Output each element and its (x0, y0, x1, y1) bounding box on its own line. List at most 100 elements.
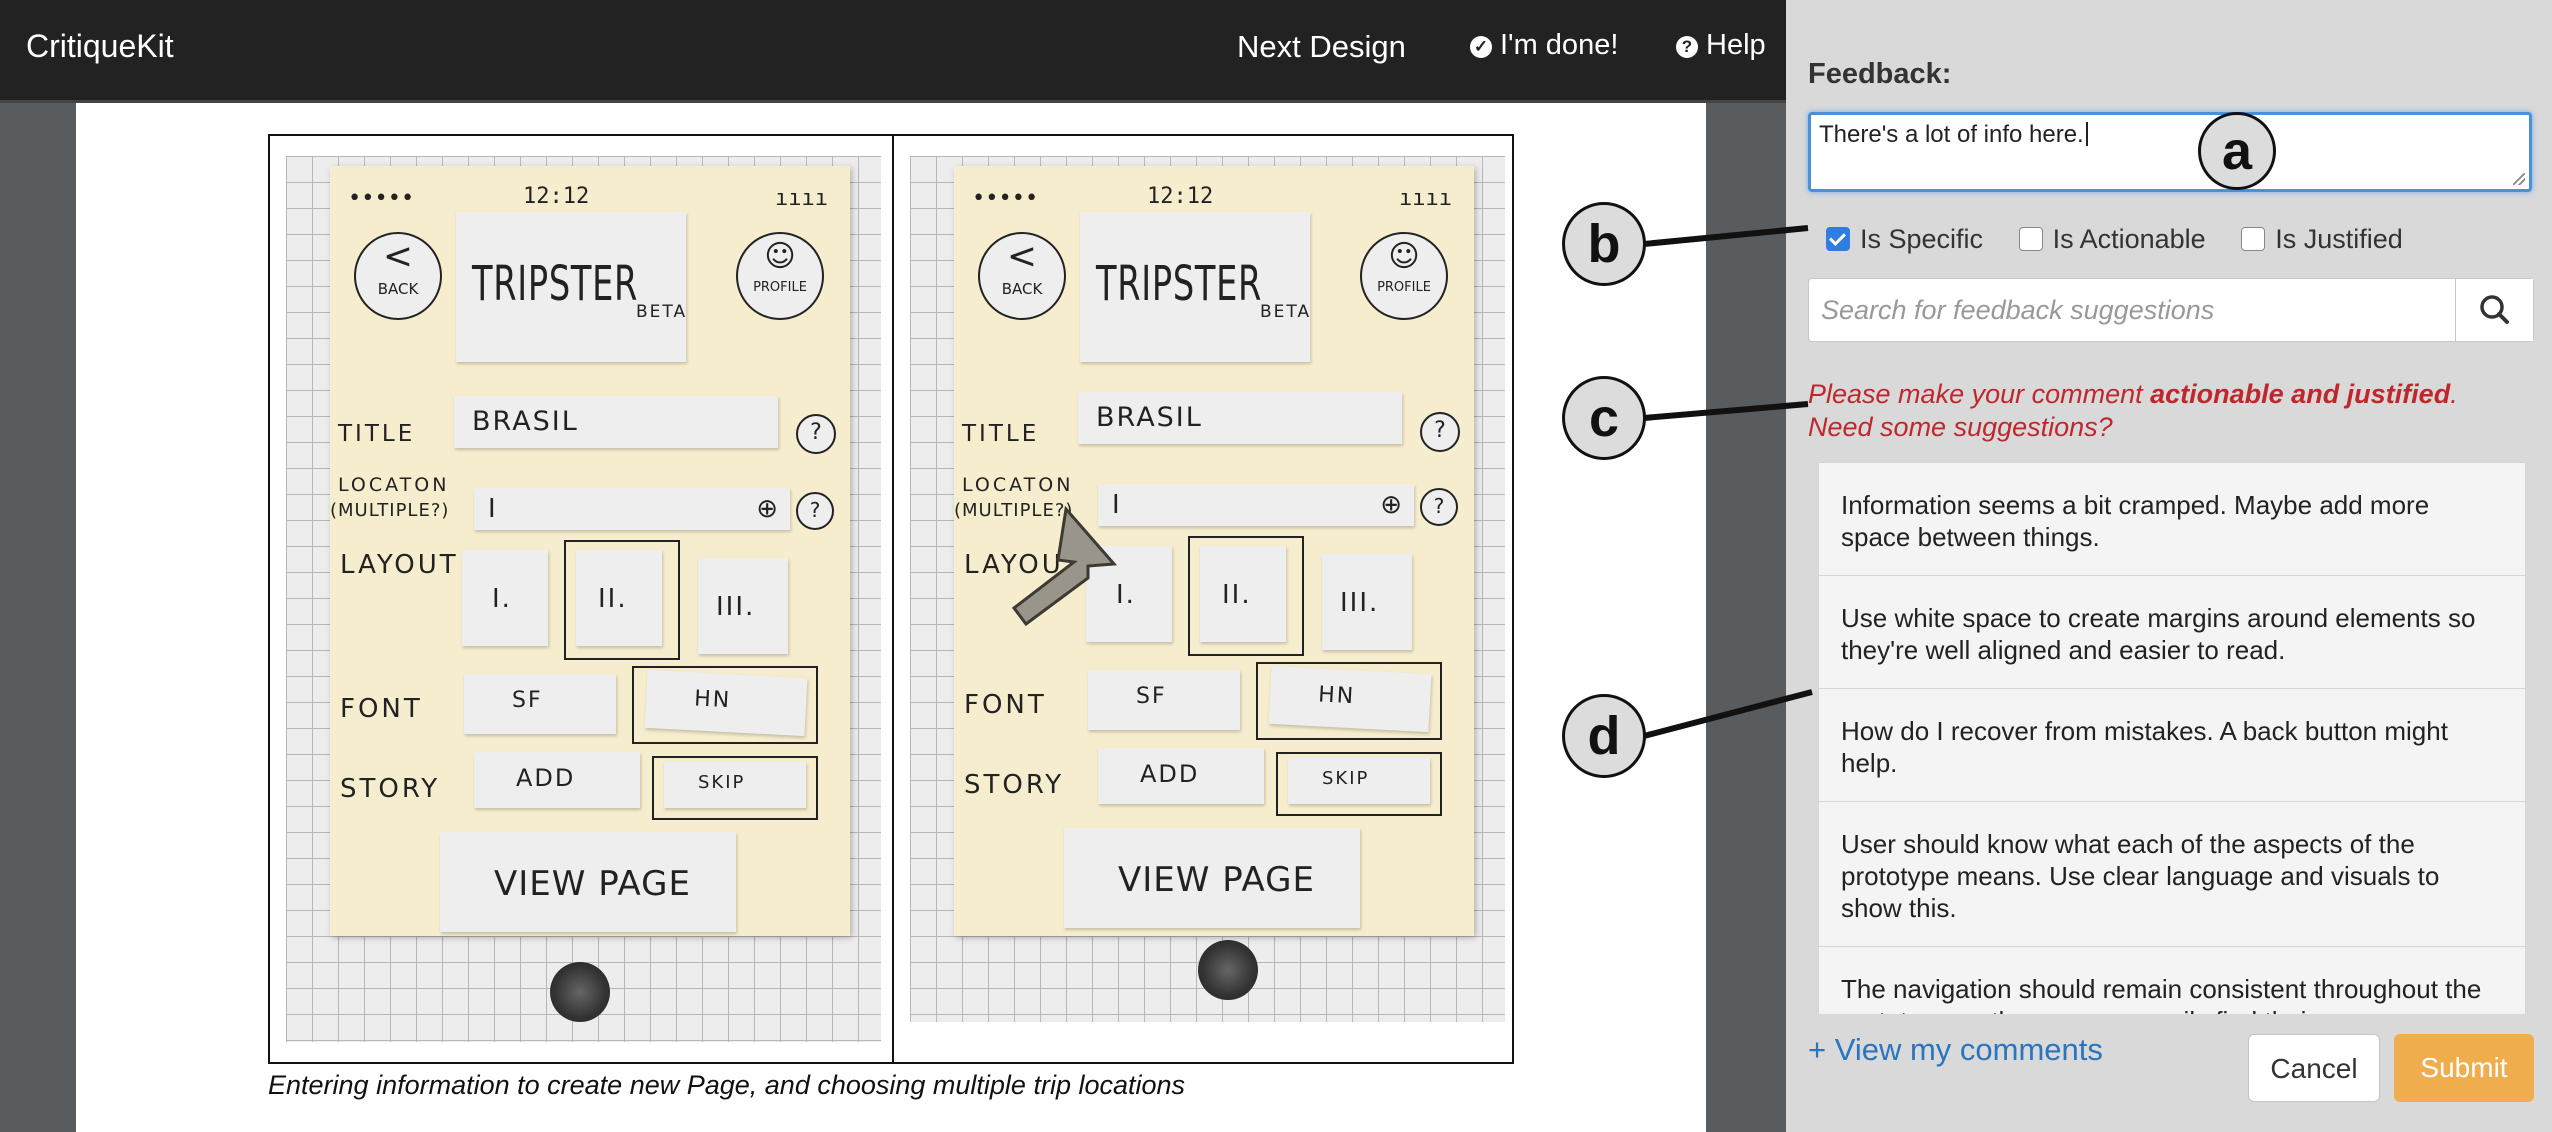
checkbox-empty-icon[interactable] (2018, 227, 2043, 251)
sketch-story-option-1: ADD (474, 752, 640, 808)
suggestion-item[interactable]: User should know what each of the aspect… (1818, 801, 2526, 946)
question-circle-icon: ? (1676, 36, 1698, 58)
suggestion-list[interactable]: Information seems a bit cramped. Maybe a… (1818, 462, 2526, 1014)
status-time: 12:12 (523, 184, 590, 209)
story-option-1-label: ADD (516, 764, 576, 792)
layout-option-2b-label: II. (1222, 580, 1252, 610)
resize-grip-icon[interactable] (2513, 173, 2525, 185)
prompt-need-suggestions: Need some suggestions? (1808, 412, 2113, 442)
sketch-location-sub: (MULTIPLE?) (330, 500, 450, 521)
is-actionable-label: Is Actionable (2052, 224, 2206, 254)
checkbox-empty-icon[interactable] (2241, 227, 2266, 251)
check-circle-icon: ✓ (1470, 36, 1492, 58)
sketch-profile-label: PROFILE (753, 280, 807, 295)
font-option-2b-label: HN (1317, 682, 1356, 710)
sketch-view-page-button-2: VIEW PAGE (1064, 828, 1360, 928)
sketch-back-button-2: < BACK (978, 232, 1066, 320)
callout-c: c (1562, 376, 1646, 460)
help-link[interactable]: ? Help (1676, 29, 1766, 62)
paper-prototype-2: ••••• 12:12 ıııı < BACK TRIPSTER BETA ☺ … (954, 166, 1474, 936)
design-figure: ••••• 12:12 ıııı < BACK TRIPSTER BETA ☺ … (268, 134, 1514, 1064)
sketch-profile-label-2: PROFILE (1377, 280, 1431, 295)
sketch-help-icon-2: ? (796, 492, 834, 530)
checkbox-checked-icon[interactable] (1826, 227, 1850, 251)
sketch-story-option-2: SKIP (664, 762, 806, 808)
sketch-help-icon: ? (796, 414, 836, 454)
next-design-link[interactable]: Next Design (1237, 29, 1406, 65)
sketch-beta-2: BETA (1260, 302, 1312, 322)
sketch-app-title: TRIPSTER (472, 256, 639, 312)
feedback-textarea[interactable]: There's a lot of info here. (1808, 112, 2532, 192)
sketch-title-field-2: BRASIL (1078, 392, 1402, 444)
submit-button[interactable]: Submit (2394, 1034, 2534, 1102)
home-button-coin-2 (1198, 940, 1258, 1000)
search-icon (2480, 295, 2509, 324)
is-justified-checkbox[interactable]: Is Justified (2241, 224, 2403, 255)
sketch-font-option-1: SF (464, 674, 616, 734)
prompt-suffix: . (2450, 379, 2458, 409)
globe-icon: ⊕ (756, 494, 780, 524)
top-navbar: CritiqueKit Next Design ✓ I'm done! ? Help (0, 0, 1786, 103)
is-justified-label: Is Justified (2275, 224, 2403, 254)
im-done-label: I'm done! (1500, 29, 1619, 61)
status-time-2: 12:12 (1147, 184, 1214, 209)
sketch-layout-option-2b: II. (1200, 546, 1286, 642)
font-option-1b-label: SF (1136, 684, 1167, 709)
search-input[interactable] (1809, 279, 2453, 341)
sketch-layout-label: LAYOUT (340, 550, 459, 580)
is-specific-checkbox[interactable]: Is Specific (1826, 224, 1983, 255)
suggestion-search (1808, 278, 2534, 342)
sketch-story-label: STORY (340, 774, 441, 804)
callout-a: a (2198, 112, 2276, 190)
paper-prototype: ••••• 12:12 ıııı < BACK TRIPSTER BETA ☺ … (330, 166, 850, 936)
feedback-panel: Feedback: There's a lot of info here. Is… (1786, 0, 2552, 1132)
sketch-layout-option-3b: III. (1322, 554, 1412, 650)
layout-option-1-label: I. (492, 584, 512, 614)
feedback-label: Feedback: (1808, 58, 1952, 90)
sketch-back-button: < BACK (354, 232, 442, 320)
globe-icon-2: ⊕ (1380, 490, 1404, 520)
sketch-story-option-2b: SKIP (1288, 758, 1430, 804)
story-option-2b-label: SKIP (1322, 768, 1370, 789)
suggestion-item[interactable]: Information seems a bit cramped. Maybe a… (1818, 462, 2526, 575)
text-caret (2085, 122, 2088, 146)
sketch-story-option-1b: ADD (1098, 748, 1264, 804)
sketch-title-label-2: TITLE (962, 421, 1040, 447)
sketch-font-option-2b: HN (1268, 665, 1432, 733)
is-actionable-checkbox[interactable]: Is Actionable (2018, 224, 2206, 255)
story-option-2-label: SKIP (698, 772, 746, 793)
sketch-story-label-2: STORY (964, 770, 1065, 800)
im-done-link[interactable]: ✓ I'm done! (1470, 29, 1618, 62)
quality-checkboxes: Is Specific Is Actionable Is Justified (1826, 224, 2431, 255)
sketch-back-label: BACK (377, 280, 419, 298)
sketch-help-icon-3: ? (1420, 412, 1460, 452)
font-option-2-label: HN (693, 686, 732, 714)
sketch-layout-option-3: III. (698, 558, 788, 654)
sketch-location-value: I (488, 494, 498, 524)
signal-dots: ••••• (348, 186, 415, 211)
figure-caption: Entering information to create new Page,… (268, 1070, 1186, 1100)
signal-dots-2: ••••• (972, 186, 1039, 211)
sketch-view-page-label-2: VIEW PAGE (1118, 860, 1316, 900)
sketch-title-label: TITLE (338, 421, 416, 447)
sketch-font-label: FONT (340, 694, 423, 724)
sketch-layout-option-2: II. (576, 550, 662, 646)
brand-logo[interactable]: CritiqueKit (26, 28, 174, 65)
sketch-font-option-1b: SF (1088, 670, 1240, 730)
signal-bars: ıııı (775, 186, 828, 211)
sketch-beta: BETA (636, 302, 688, 322)
cancel-button[interactable]: Cancel (2248, 1034, 2380, 1102)
help-label: Help (1706, 29, 1766, 61)
sketch-profile-button: ☺ PROFILE (736, 232, 824, 320)
suggestion-item[interactable]: The navigation should remain consistent … (1818, 946, 2526, 1014)
prototype-photo-left: ••••• 12:12 ıııı < BACK TRIPSTER BETA ☺ … (286, 156, 881, 1042)
sketch-profile-button-2: ☺ PROFILE (1360, 232, 1448, 320)
search-button[interactable] (2455, 279, 2533, 341)
view-my-comments-link[interactable]: + View my comments (1808, 1032, 2103, 1068)
sketch-location-field-2: I ⊕ (1098, 484, 1414, 526)
sketch-title-strip-2: TRIPSTER BETA (1080, 212, 1310, 362)
sketch-layout-option-1: I. (462, 550, 548, 646)
suggestion-item[interactable]: How do I recover from mistakes. A back b… (1818, 688, 2526, 801)
suggestion-item[interactable]: Use white space to create margins around… (1818, 575, 2526, 688)
prototype-photo-right: ••••• 12:12 ıııı < BACK TRIPSTER BETA ☺ … (910, 156, 1505, 1022)
